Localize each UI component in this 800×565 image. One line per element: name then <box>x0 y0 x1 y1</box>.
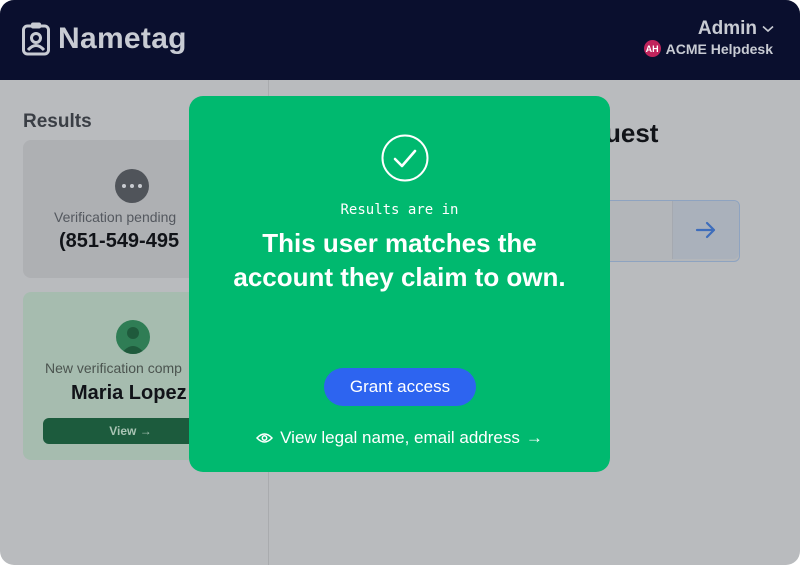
arrow-right-icon <box>695 221 716 239</box>
more-dots-icon <box>115 169 149 203</box>
pending-label: Verification pending <box>54 209 177 225</box>
submit-button[interactable] <box>672 201 739 259</box>
modal-eyebrow: Results are in <box>340 202 459 218</box>
eye-icon <box>256 433 274 443</box>
view-details-link[interactable]: View legal name, email address → <box>189 428 610 448</box>
complete-name: Maria Lopez <box>71 382 187 404</box>
admin-menu[interactable]: Admin <box>698 18 774 40</box>
request-title: uest <box>605 118 659 148</box>
request-input[interactable] <box>588 200 740 262</box>
org-name: ACME Helpdesk <box>665 40 773 57</box>
brand-name: Nametag <box>58 22 187 55</box>
app-window: Nametag Admin AH ACME Helpdesk Results V… <box>0 0 800 565</box>
arrow-right-icon: → <box>525 428 543 447</box>
results-heading: Results <box>23 111 92 132</box>
results-modal: Results are in This user matches the acc… <box>189 96 610 472</box>
pending-phone: (851-549-495 <box>59 230 180 252</box>
view-details-label: View legal name, email address <box>280 428 520 447</box>
chevron-down-icon <box>762 25 774 33</box>
admin-label: Admin <box>697 18 757 39</box>
check-circle-icon <box>381 134 429 182</box>
nametag-logo-icon <box>22 22 50 56</box>
modal-title: This user matches the account they claim… <box>233 228 566 292</box>
user-avatar-icon <box>116 320 150 354</box>
complete-label: New verification comp <box>45 360 182 376</box>
org-avatar-icon: AH <box>643 40 661 57</box>
grant-access-button[interactable]: Grant access <box>324 368 476 406</box>
org-switcher[interactable]: AH ACME Helpdesk <box>643 40 773 57</box>
top-bar: Nametag Admin AH ACME Helpdesk <box>0 0 800 80</box>
brand[interactable]: Nametag <box>22 22 187 56</box>
